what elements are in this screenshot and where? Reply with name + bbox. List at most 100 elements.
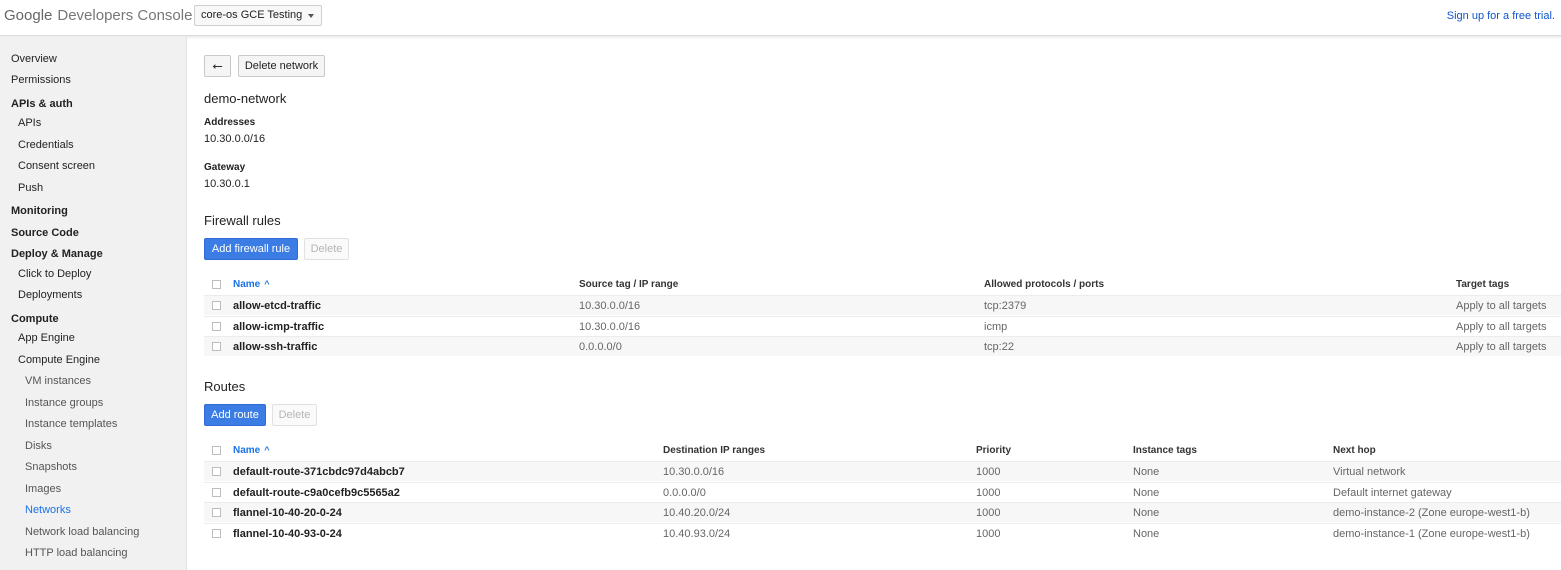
add-route-button[interactable]: Add route bbox=[204, 404, 266, 426]
top-bar: Google Developers Console core-os GCE Tes… bbox=[0, 0, 1561, 36]
select-all-checkbox[interactable] bbox=[212, 446, 221, 455]
priority: 1000 bbox=[976, 466, 1001, 478]
allowed-ports: icmp bbox=[984, 321, 1008, 333]
priority: 1000 bbox=[976, 528, 1001, 540]
column-header-name[interactable]: Name ^ bbox=[233, 445, 270, 456]
sidebar-item-permissions[interactable]: Permissions bbox=[11, 74, 71, 86]
source-range: 0.0.0.0/0 bbox=[579, 341, 622, 353]
sidebar-item-images[interactable]: Images bbox=[25, 483, 61, 495]
route-name[interactable]: default-route-371cbdc97d4abcb7 bbox=[233, 466, 405, 478]
sidebar-item-deployments[interactable]: Deployments bbox=[18, 289, 82, 301]
destination-range: 10.30.0.0/16 bbox=[663, 466, 725, 478]
column-header-protocols: Allowed protocols / ports bbox=[984, 279, 1105, 290]
table-row[interactable]: allow-icmp-traffic 10.30.0.0/16 icmp App… bbox=[204, 316, 1561, 336]
priority: 1000 bbox=[976, 507, 1001, 519]
add-firewall-rule-button[interactable]: Add firewall rule bbox=[204, 238, 298, 260]
route-name[interactable]: default-route-c9a0cefb9c5565a2 bbox=[233, 487, 400, 499]
table-row[interactable]: allow-etcd-traffic 10.30.0.0/16 tcp:2379… bbox=[204, 295, 1561, 315]
column-header-priority: Priority bbox=[976, 445, 1012, 456]
sidebar-section-apis-auth[interactable]: APIs & auth bbox=[11, 98, 73, 110]
table-row[interactable]: default-route-c9a0cefb9c5565a2 0.0.0.0/0… bbox=[204, 482, 1561, 502]
sidebar-item-http-load-balancing[interactable]: HTTP load balancing bbox=[25, 547, 128, 559]
next-hop: Default internet gateway bbox=[1333, 487, 1452, 499]
chevron-down-icon bbox=[308, 14, 314, 18]
sidebar-item-app-engine[interactable]: App Engine bbox=[18, 332, 75, 344]
sort-ascending-icon: ^ bbox=[264, 279, 270, 289]
select-all-checkbox[interactable] bbox=[212, 280, 221, 289]
sidebar-item-networks[interactable]: Networks bbox=[25, 504, 71, 516]
sidebar-item-overview[interactable]: Overview bbox=[11, 53, 57, 65]
column-header-source: Source tag / IP range bbox=[579, 279, 679, 290]
sidebar-item-push[interactable]: Push bbox=[18, 182, 43, 194]
row-checkbox[interactable] bbox=[212, 322, 221, 331]
sidebar-item-network-load-balancing[interactable]: Network load balancing bbox=[25, 526, 139, 538]
route-name[interactable]: flannel-10-40-20-0-24 bbox=[233, 507, 342, 519]
sidebar-section-monitoring[interactable]: Monitoring bbox=[11, 205, 68, 217]
next-hop: Virtual network bbox=[1333, 466, 1406, 478]
back-button[interactable]: ⭠ bbox=[204, 55, 231, 77]
column-header-instance-tags: Instance tags bbox=[1133, 445, 1197, 456]
row-checkbox[interactable] bbox=[212, 301, 221, 310]
rule-name[interactable]: allow-ssh-traffic bbox=[233, 341, 317, 353]
instance-tags: None bbox=[1133, 466, 1160, 478]
project-selector[interactable]: core-os GCE Testing bbox=[194, 5, 322, 26]
console-logo[interactable]: Google Developers Console bbox=[4, 7, 192, 24]
gateway-value: 10.30.0.1 bbox=[204, 178, 250, 190]
allowed-ports: tcp:2379 bbox=[984, 300, 1027, 312]
back-arrow-icon: ⭠ bbox=[212, 58, 223, 73]
routes-title: Routes bbox=[204, 379, 246, 394]
table-row[interactable]: default-route-371cbdc97d4abcb7 10.30.0.0… bbox=[204, 461, 1561, 481]
priority: 1000 bbox=[976, 487, 1001, 499]
row-checkbox[interactable] bbox=[212, 529, 221, 538]
table-row[interactable]: flannel-10-40-93-0-24 10.40.93.0/24 1000… bbox=[204, 523, 1561, 543]
column-header-name[interactable]: Name ^ bbox=[233, 279, 270, 290]
source-range: 10.30.0.0/16 bbox=[579, 321, 641, 333]
sidebar-item-disks[interactable]: Disks bbox=[25, 440, 52, 452]
destination-range: 10.40.20.0/24 bbox=[663, 507, 731, 519]
instance-tags: None bbox=[1133, 528, 1160, 540]
logo-product: Developers Console bbox=[57, 7, 193, 24]
table-row[interactable]: allow-ssh-traffic 0.0.0.0/0 tcp:22 Apply… bbox=[204, 336, 1561, 356]
sidebar-item-consent-screen[interactable]: Consent screen bbox=[18, 160, 95, 172]
instance-tags: None bbox=[1133, 487, 1160, 499]
column-header-target-tags: Target tags bbox=[1456, 279, 1510, 290]
row-checkbox[interactable] bbox=[212, 342, 221, 351]
delete-firewall-rule-button[interactable]: Delete bbox=[304, 238, 349, 260]
sidebar-item-apis[interactable]: APIs bbox=[18, 117, 41, 129]
allowed-ports: tcp:22 bbox=[984, 341, 1014, 353]
sidebar: Overview Permissions APIs & auth APIs Cr… bbox=[0, 37, 187, 570]
row-checkbox[interactable] bbox=[212, 508, 221, 517]
sidebar-item-instance-templates[interactable]: Instance templates bbox=[25, 418, 117, 430]
sidebar-item-credentials[interactable]: Credentials bbox=[18, 139, 74, 151]
rule-name[interactable]: allow-etcd-traffic bbox=[233, 300, 321, 312]
column-header-destination: Destination IP ranges bbox=[663, 445, 766, 456]
table-row[interactable]: flannel-10-40-20-0-24 10.40.20.0/24 1000… bbox=[204, 502, 1561, 522]
project-name: core-os GCE Testing bbox=[201, 9, 303, 21]
firewall-rules-title: Firewall rules bbox=[204, 213, 281, 228]
addresses-value: 10.30.0.0/16 bbox=[204, 133, 266, 145]
source-range: 10.30.0.0/16 bbox=[579, 300, 641, 312]
free-trial-link[interactable]: Sign up for a free trial. bbox=[1447, 10, 1555, 22]
delete-network-button[interactable]: Delete network bbox=[238, 55, 325, 77]
target-tags: Apply to all targets bbox=[1456, 321, 1547, 333]
delete-route-button[interactable]: Delete bbox=[272, 404, 317, 426]
row-checkbox[interactable] bbox=[212, 467, 221, 476]
rule-name[interactable]: allow-icmp-traffic bbox=[233, 321, 324, 333]
table-header: Name ^ Destination IP ranges Priority Ins… bbox=[204, 441, 1561, 461]
target-tags: Apply to all targets bbox=[1456, 341, 1547, 353]
row-checkbox[interactable] bbox=[212, 488, 221, 497]
sidebar-item-compute-engine[interactable]: Compute Engine bbox=[18, 354, 100, 366]
addresses-label: Addresses bbox=[204, 117, 256, 128]
route-name[interactable]: flannel-10-40-93-0-24 bbox=[233, 528, 342, 540]
gateway-label: Gateway bbox=[204, 162, 246, 173]
sidebar-item-snapshots[interactable]: Snapshots bbox=[25, 461, 77, 473]
sidebar-item-instance-groups[interactable]: Instance groups bbox=[25, 397, 103, 409]
sidebar-section-deploy-manage[interactable]: Deploy & Manage bbox=[11, 248, 103, 260]
sidebar-section-source-code[interactable]: Source Code bbox=[11, 227, 79, 239]
logo-brand: Google bbox=[4, 7, 53, 24]
firewall-rules-table: Name ^ Source tag / IP range Allowed prot… bbox=[204, 275, 1561, 357]
sidebar-section-compute[interactable]: Compute bbox=[11, 313, 59, 325]
sidebar-item-click-to-deploy[interactable]: Click to Deploy bbox=[18, 268, 91, 280]
network-name: demo-network bbox=[204, 91, 287, 106]
sidebar-item-vm-instances[interactable]: VM instances bbox=[25, 375, 91, 387]
